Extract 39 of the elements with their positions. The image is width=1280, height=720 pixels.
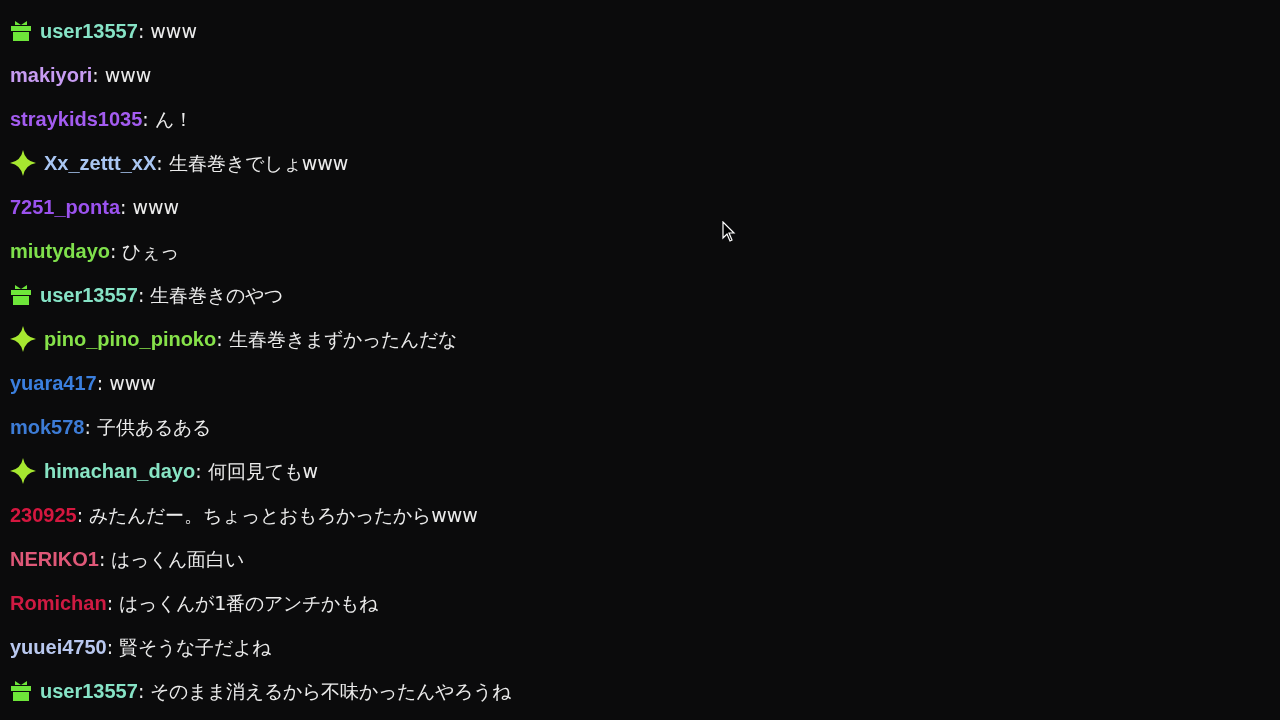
username[interactable]: Romichan — [10, 588, 107, 618]
chat-message: : www — [137, 18, 197, 44]
sparkle-icon — [10, 150, 36, 176]
username[interactable]: makiyori — [10, 60, 93, 90]
chat-message: : www — [92, 62, 152, 88]
username[interactable]: NERIKO1 — [10, 544, 99, 574]
username[interactable]: Xx_zettt_xX — [44, 148, 157, 178]
username[interactable]: 7251_ponta — [10, 192, 121, 222]
username[interactable]: yuara417 — [10, 368, 97, 398]
chat-message: : ん！ — [142, 106, 193, 132]
chat-message: : 子供あるある — [84, 414, 211, 440]
chat-message: : 生春巻きでしょwww — [156, 150, 349, 176]
username[interactable]: himachan_dayo — [44, 456, 196, 486]
sparkle-icon — [10, 326, 36, 352]
username[interactable]: user13557 — [40, 16, 138, 46]
chat-message: : ひぇっ — [110, 238, 180, 264]
chat-message: : 生春巻きのやつ — [137, 282, 284, 308]
username[interactable]: mok578 — [10, 412, 85, 442]
chat-message: : 何回見てもw — [195, 458, 319, 484]
gift-icon — [10, 20, 32, 42]
username[interactable]: miutydayo — [10, 236, 111, 266]
username[interactable]: straykids1035 — [10, 104, 143, 134]
username[interactable]: yuuei4750 — [10, 632, 107, 662]
gift-icon — [10, 680, 32, 702]
chat-message: : そのまま消えるから不味かったんやろうね — [137, 678, 512, 704]
chat-message: : www — [96, 370, 156, 396]
username[interactable]: user13557 — [40, 676, 138, 706]
username[interactable]: user13557 — [40, 280, 138, 310]
chat-message: : はっくんが1番のアンチかもね — [106, 590, 379, 616]
chat-message: : 賢そうな子だよね — [106, 634, 272, 660]
mouse-pointer-icon — [722, 221, 736, 243]
sparkle-icon — [10, 458, 36, 484]
chat-message: : みたんだー。ちょっとおもろかったからwww — [76, 502, 478, 528]
chat-message: : はっくん面白い — [98, 546, 245, 572]
gift-icon — [10, 284, 32, 306]
chat-message: : www — [120, 194, 180, 220]
username[interactable]: pino_pino_pinoko — [44, 324, 217, 354]
username[interactable]: 230925 — [10, 500, 77, 530]
chat-message: : 生春巻きまずかったんだな — [216, 326, 457, 352]
